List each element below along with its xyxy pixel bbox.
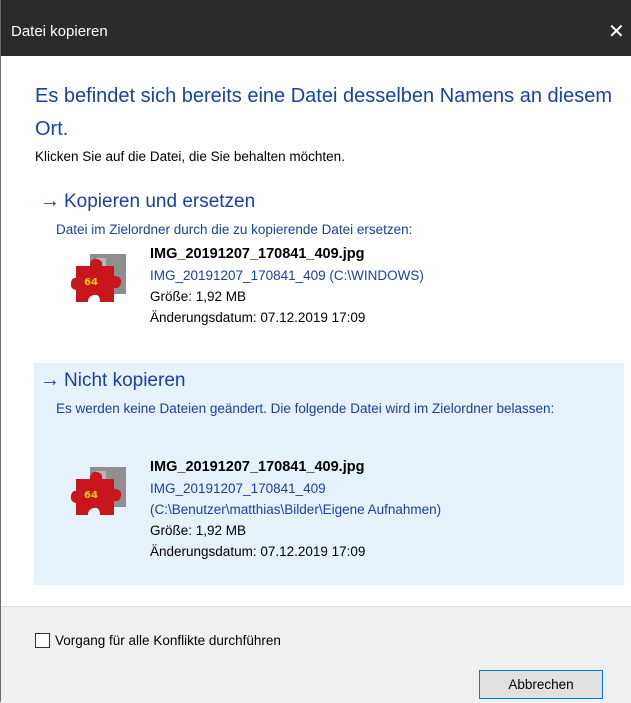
file-location: IMG_20191207_170841_409 (C:\WINDOWS)	[150, 268, 424, 283]
image-thumbnail-icon: 64	[70, 467, 126, 515]
apply-to-all-checkbox[interactable]	[35, 633, 50, 648]
close-icon[interactable]: ✕	[608, 12, 631, 52]
dialog-footer: Vorgang für alle Konflikte durchführen A…	[1, 606, 631, 703]
do-not-copy-title[interactable]: → Nicht kopieren	[40, 369, 185, 392]
do-not-copy-label[interactable]: Nicht kopieren	[64, 370, 185, 392]
instruction-text: Klicken Sie auf die Datei, die Sie behal…	[35, 149, 345, 164]
copy-and-replace-description: Datei im Zielordner durch die zu kopiere…	[56, 222, 413, 237]
apply-to-all-checkbox-row[interactable]: Vorgang für alle Konflikte durchführen	[35, 633, 281, 648]
dialog-content: Es befindet sich bereits eine Datei dess…	[1, 56, 631, 606]
file-size: Größe: 1,92 MB	[150, 289, 247, 304]
file-modified-date: Änderungsdatum: 07.12.2019 17:09	[150, 544, 366, 559]
conflict-heading: Es befindet sich bereits eine Datei dess…	[35, 85, 612, 140]
file-size: Größe: 1,92 MB	[150, 523, 247, 538]
file-location-path: (C:\Benutzer\matthias\Bilder\Eigene Aufn…	[150, 502, 442, 517]
copy-and-replace-label[interactable]: Kopieren und ersetzen	[64, 191, 255, 213]
title-bar: Datei kopieren ✕	[1, 0, 631, 56]
copy-and-replace-option[interactable]: → Kopieren und ersetzen Datei im Zielord…	[34, 184, 624, 352]
copy-file-dialog: Datei kopieren ✕ Es befindet sich bereit…	[0, 0, 631, 703]
file-name: IMG_20191207_170841_409.jpg	[150, 246, 365, 262]
thumbnail-badge: 64	[84, 277, 98, 288]
copy-and-replace-title[interactable]: → Kopieren und ersetzen	[40, 190, 255, 213]
arrow-right-icon: →	[40, 190, 60, 212]
window-title: Datei kopieren	[11, 23, 108, 40]
file-location-name: IMG_20191207_170841_409	[150, 481, 326, 496]
arrow-right-icon: →	[40, 369, 60, 391]
file-name: IMG_20191207_170841_409.jpg	[150, 459, 365, 475]
cancel-button[interactable]: Abbrechen	[479, 670, 603, 699]
thumbnail-badge: 64	[84, 490, 98, 501]
do-not-copy-option[interactable]: → Nicht kopieren Es werden keine Dateien…	[34, 363, 624, 585]
apply-to-all-label[interactable]: Vorgang für alle Konflikte durchführen	[55, 633, 281, 648]
file-modified-date: Änderungsdatum: 07.12.2019 17:09	[150, 310, 366, 325]
image-thumbnail-icon: 64	[70, 254, 126, 302]
do-not-copy-description: Es werden keine Dateien geändert. Die fo…	[56, 401, 555, 416]
